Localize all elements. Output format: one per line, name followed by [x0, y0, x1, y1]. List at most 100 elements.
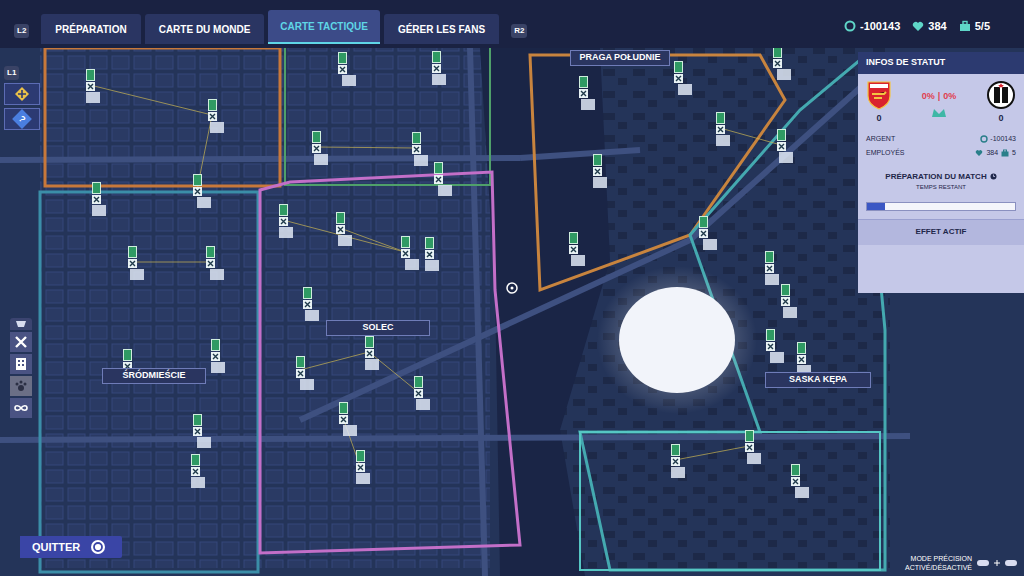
- facility-icon[interactable]: [674, 61, 683, 73]
- blocked-icon[interactable]: [339, 415, 348, 424]
- facility-icon[interactable]: [206, 246, 215, 258]
- facility-icon[interactable]: [191, 454, 200, 466]
- blocked-icon[interactable]: [365, 349, 374, 358]
- blocked-icon[interactable]: [674, 74, 683, 83]
- blocked-icon[interactable]: [193, 187, 202, 196]
- facility-icon[interactable]: [401, 236, 410, 248]
- facility-icon[interactable]: [365, 336, 374, 348]
- district-label[interactable]: PRAGA POŁUDNIE: [570, 50, 670, 66]
- building-block: [765, 274, 779, 285]
- district-label[interactable]: SASKA KĘPA: [765, 372, 871, 388]
- blocked-icon[interactable]: [425, 250, 434, 259]
- blocked-icon[interactable]: [773, 59, 782, 68]
- blocked-icon[interactable]: [206, 259, 215, 268]
- facility-icon[interactable]: [193, 414, 202, 426]
- blocked-icon[interactable]: [296, 369, 305, 378]
- facility-icon[interactable]: [208, 99, 217, 111]
- facility-icon[interactable]: [781, 284, 790, 296]
- infinity-icon: [14, 403, 28, 413]
- blocked-icon[interactable]: [797, 355, 806, 364]
- district-label[interactable]: ŚRÓDMIEŚCIE: [102, 368, 206, 384]
- l2-key[interactable]: L2: [14, 24, 29, 38]
- facility-icon[interactable]: [336, 212, 345, 224]
- blocked-icon[interactable]: [279, 217, 288, 226]
- facility-icon[interactable]: [339, 402, 348, 414]
- blocked-icon[interactable]: [312, 144, 321, 153]
- blocked-icon[interactable]: [765, 264, 774, 273]
- facility-icon[interactable]: [569, 232, 578, 244]
- blocked-icon[interactable]: [128, 259, 137, 268]
- filter-links-button[interactable]: [10, 398, 32, 418]
- blocked-icon[interactable]: [356, 463, 365, 472]
- blocked-icon[interactable]: [336, 225, 345, 234]
- facility-icon[interactable]: [593, 154, 602, 166]
- blocked-icon[interactable]: [432, 64, 441, 73]
- blocked-icon[interactable]: [791, 477, 800, 486]
- facility-icon[interactable]: [86, 69, 95, 81]
- objectives-button[interactable]: [4, 83, 40, 105]
- blocked-icon[interactable]: [92, 195, 101, 204]
- facility-icon[interactable]: [296, 356, 305, 368]
- blocked-icon[interactable]: [338, 65, 347, 74]
- blocked-icon[interactable]: [777, 142, 786, 151]
- quit-button[interactable]: QUITTER: [20, 536, 122, 558]
- facility-icon[interactable]: [797, 342, 806, 354]
- r2-key[interactable]: R2: [511, 24, 527, 38]
- facility-icon[interactable]: [356, 450, 365, 462]
- facility-icon[interactable]: [745, 430, 754, 442]
- facility-icon[interactable]: [279, 204, 288, 216]
- l1-key[interactable]: L1: [4, 66, 19, 80]
- facility-icon[interactable]: [791, 464, 800, 476]
- blocked-icon[interactable]: [434, 175, 443, 184]
- facility-icon[interactable]: [432, 51, 441, 63]
- filter-blocked-button[interactable]: [10, 332, 32, 352]
- blocked-icon[interactable]: [208, 112, 217, 121]
- facility-icon[interactable]: [671, 444, 680, 456]
- facility-icon[interactable]: [699, 216, 708, 228]
- blocked-icon[interactable]: [86, 82, 95, 91]
- blocked-icon[interactable]: [414, 389, 423, 398]
- facility-icon[interactable]: [193, 174, 202, 186]
- blocked-icon[interactable]: [671, 457, 680, 466]
- precision-mode-hint[interactable]: MODE PRÉCISION ACTIVÉ/DÉSACTIVÉ: [905, 554, 1018, 572]
- tab[interactable]: CARTE DU MONDE: [145, 14, 265, 44]
- facility-icon[interactable]: [312, 131, 321, 143]
- blocked-icon[interactable]: [303, 300, 312, 309]
- facility-icon[interactable]: [338, 52, 347, 64]
- blocked-icon[interactable]: [699, 229, 708, 238]
- blocked-icon[interactable]: [569, 245, 578, 254]
- facility-icon[interactable]: [128, 246, 137, 258]
- facility-icon[interactable]: [412, 132, 421, 144]
- blocked-icon[interactable]: [412, 145, 421, 154]
- blocked-icon[interactable]: [401, 249, 410, 258]
- facility-icon[interactable]: [123, 349, 132, 361]
- blocked-icon[interactable]: [191, 467, 200, 476]
- facility-icon[interactable]: [716, 112, 725, 124]
- facility-icon[interactable]: [579, 76, 588, 88]
- tab[interactable]: GÉRER LES FANS: [384, 14, 499, 44]
- blocked-icon[interactable]: [781, 297, 790, 306]
- blocked-icon[interactable]: [745, 443, 754, 452]
- tab[interactable]: PRÉPARATION: [41, 14, 140, 44]
- district-label[interactable]: SOLEC: [326, 320, 430, 336]
- filter-fans-button[interactable]: [10, 376, 32, 396]
- blocked-icon[interactable]: [193, 427, 202, 436]
- tab[interactable]: CARTE TACTIQUE: [268, 10, 380, 44]
- paw-icon: [15, 380, 27, 392]
- blocked-icon[interactable]: [716, 125, 725, 134]
- facility-icon[interactable]: [766, 329, 775, 341]
- facility-icon[interactable]: [434, 162, 443, 174]
- blocked-icon[interactable]: [766, 342, 775, 351]
- facility-icon[interactable]: [425, 237, 434, 249]
- facility-icon[interactable]: [414, 376, 423, 388]
- facility-icon[interactable]: [92, 182, 101, 194]
- facility-icon[interactable]: [765, 251, 774, 263]
- help-button[interactable]: ?: [4, 108, 40, 130]
- blocked-icon[interactable]: [579, 89, 588, 98]
- facility-icon[interactable]: [777, 129, 786, 141]
- blocked-icon[interactable]: [211, 352, 220, 361]
- facility-icon[interactable]: [211, 339, 220, 351]
- facility-icon[interactable]: [303, 287, 312, 299]
- blocked-icon[interactable]: [593, 167, 602, 176]
- filter-buildings-button[interactable]: [10, 354, 32, 374]
